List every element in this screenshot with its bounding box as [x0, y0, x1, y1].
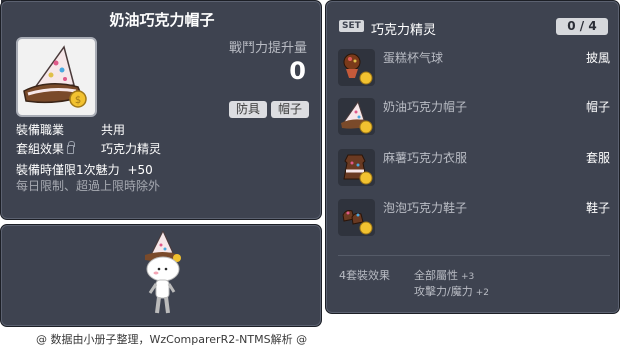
svg-text:$: $ — [75, 95, 81, 106]
set-item-type: 套服 — [585, 151, 610, 165]
set-item[interactable]: 麻薯巧克力衣服 套服 — [338, 149, 610, 189]
row-set-effect: 套組效果 巧克力精灵 — [16, 141, 161, 156]
footer-credit: @ 数据由小册子整理，WzComparerR2-NTMS解析 @ — [36, 333, 308, 346]
set-item-name: 泡泡巧克力鞋子 — [383, 201, 468, 215]
job-label: 裝備職業 — [16, 123, 65, 137]
set-item[interactable]: 蛋糕杯气球 披風 — [338, 49, 610, 89]
bonus-label: 攻擊力/魔力 — [414, 285, 473, 298]
set-value: 巧克力精灵 — [101, 142, 162, 156]
tag-class: 防具 — [229, 101, 267, 118]
set-item-name: 奶油巧克力帽子 — [383, 100, 468, 114]
avatar-preview-panel — [0, 224, 322, 327]
hat-icon — [338, 98, 375, 135]
bonus-line: 攻擊力/魔力 +2 — [414, 283, 489, 299]
hat-icon: $ — [23, 45, 87, 108]
balloon-icon — [338, 49, 375, 86]
set-item-name: 麻薯巧克力衣服 — [383, 151, 468, 165]
set-item[interactable]: 泡泡巧克力鞋子 鞋子 — [338, 199, 610, 239]
limit-value: +50 — [127, 163, 153, 177]
item-tooltip-panel: 奶油巧克力帽子 $ 戰鬥力提升量 0 防具 帽子 裝備職業 共用 套組效果 巧克… — [0, 0, 322, 220]
avatar — [145, 231, 181, 314]
set-label: 套組效果 — [16, 142, 65, 156]
stat-value: 0 — [289, 57, 306, 85]
tag-type: 帽子 — [271, 101, 309, 118]
bonus-line: 全部屬性 +3 — [414, 267, 474, 283]
bonus-value: +3 — [461, 272, 475, 282]
set-item[interactable]: 奶油巧克力帽子 帽子 — [338, 98, 610, 138]
set-item-name: 蛋糕杯气球 — [383, 51, 444, 65]
item-icon-frame: $ — [16, 37, 97, 117]
item-name: 奶油巧克力帽子 — [109, 11, 215, 29]
bonus-value: +2 — [475, 288, 489, 298]
bonus-count: 4套裝效果 — [339, 269, 390, 282]
limit-text: 裝備時僅限1次魅力 — [16, 163, 120, 177]
stat-label: 戰鬥力提升量 — [228, 41, 307, 56]
set-item-type: 披風 — [585, 51, 610, 65]
set-name: 巧克力精灵 — [371, 23, 437, 38]
set-item-type: 鞋子 — [585, 201, 610, 215]
shoes-icon — [338, 199, 375, 236]
lock-icon — [67, 141, 76, 154]
dress-icon — [338, 149, 375, 186]
row-daily: 每日限制、超過上限時除外 — [16, 179, 161, 193]
bonus-label: 全部屬性 — [414, 269, 458, 282]
set-item-type: 帽子 — [585, 100, 610, 114]
row-limit: 裝備時僅限1次魅力 +50 — [16, 163, 153, 177]
row-job: 裝備職業 共用 — [16, 123, 125, 137]
set-count: 0 / 4 — [556, 18, 608, 35]
set-tooltip-panel: SET 巧克力精灵 0 / 4 蛋糕杯气球 披風 奶油巧克力帽子 帽子 麻薯巧克… — [325, 0, 620, 314]
job-value: 共用 — [101, 123, 126, 137]
set-badge: SET — [339, 20, 364, 32]
divider — [338, 255, 610, 256]
